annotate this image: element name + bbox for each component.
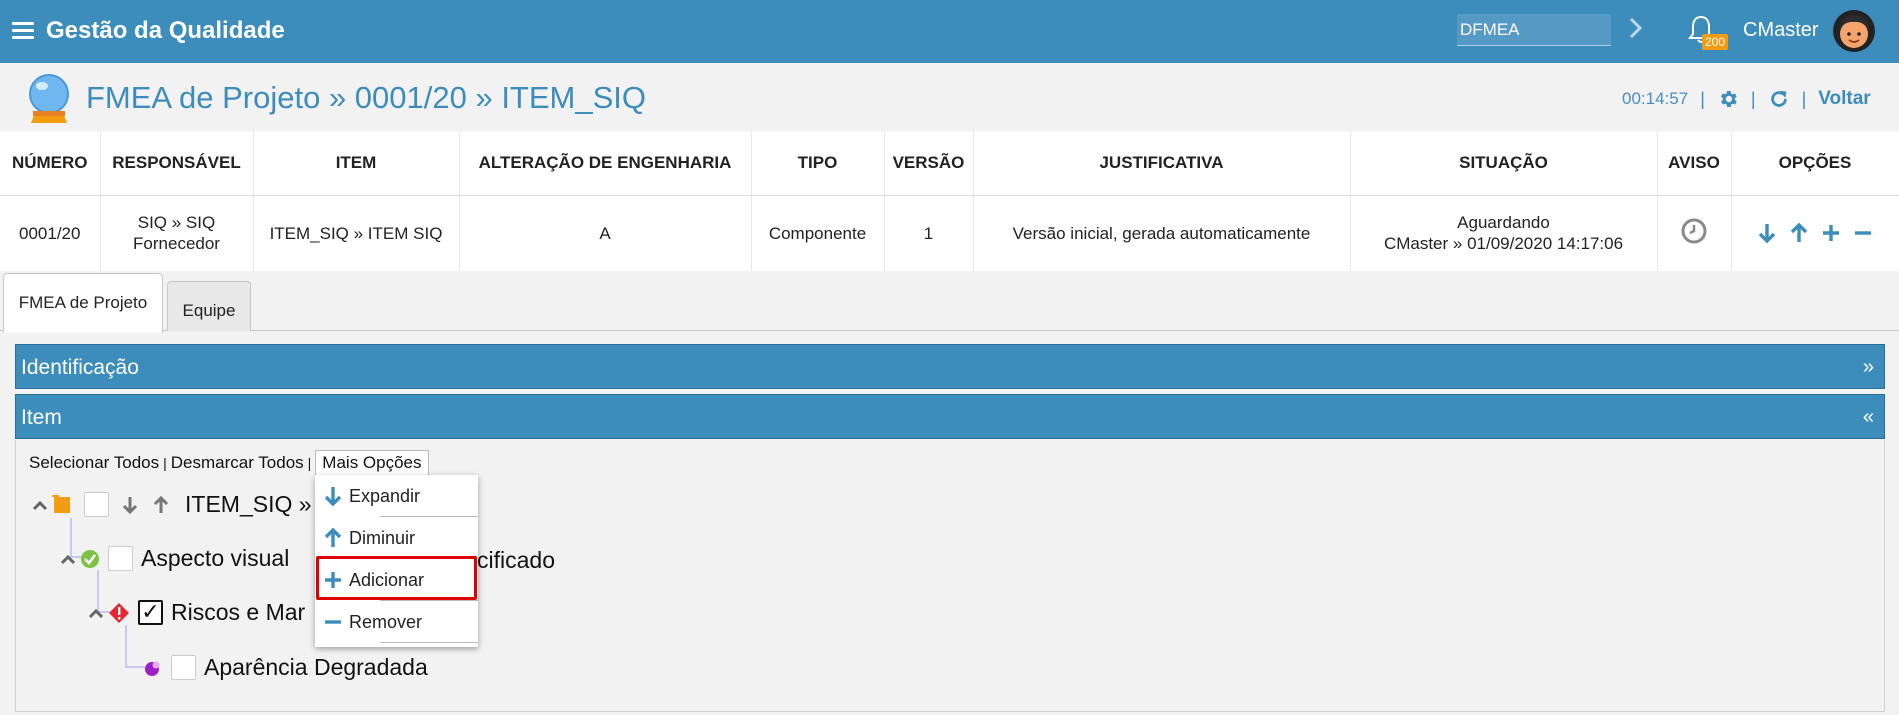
tree-node-label[interactable]: Aspecto visual	[141, 545, 289, 572]
tree-node[interactable]: Aspecto visual	[60, 545, 289, 572]
menu-item-label: Remover	[349, 611, 423, 632]
column-header[interactable]: JUSTIFICATIVA	[973, 131, 1351, 196]
tree-node-checkbox[interactable]	[171, 655, 196, 680]
gear-icon[interactable]	[1717, 88, 1739, 110]
move-down-icon[interactable]	[1757, 222, 1777, 244]
clock-icon[interactable]	[1680, 217, 1708, 245]
column-header[interactable]: TIPO	[751, 131, 885, 196]
tree-node-label[interactable]: Riscos e Mar	[171, 599, 305, 626]
tree-node-label-tail: cificado	[477, 547, 555, 573]
row-options	[1732, 222, 1899, 244]
collapse-caret-icon[interactable]	[32, 498, 48, 512]
menu-item-label: Diminuir	[349, 527, 416, 548]
situacao-line-1: Aguardando	[1457, 213, 1550, 233]
separator: |	[1801, 88, 1807, 109]
tree-node[interactable]: ✓ Riscos e Mar	[88, 599, 305, 626]
cell-aviso	[1657, 195, 1732, 271]
back-button[interactable]: Voltar	[1818, 88, 1870, 110]
expand-arrow-icon[interactable]: »	[1863, 356, 1874, 379]
menu-item-diminuir[interactable]: Diminuir	[315, 517, 478, 559]
menu-item-remover[interactable]: Remover	[315, 601, 478, 643]
red-warning-diamond-icon	[108, 602, 130, 624]
menu-item-label: Expandir	[349, 485, 421, 506]
collapse-caret-icon[interactable]	[60, 552, 76, 566]
column-header[interactable]: SITUAÇÃO	[1350, 131, 1658, 196]
separator: |	[1700, 88, 1705, 109]
menu-divider	[380, 642, 478, 643]
move-down-icon[interactable]	[121, 495, 139, 515]
tree-node-checkbox[interactable]: ✓	[138, 600, 163, 625]
minus-icon	[317, 611, 349, 633]
move-up-icon[interactable]	[1789, 222, 1809, 244]
tree-node-checkbox[interactable]	[108, 546, 133, 571]
move-up-icon[interactable]	[152, 495, 170, 515]
purple-dot-icon	[143, 658, 163, 678]
refresh-icon[interactable]	[1768, 88, 1790, 110]
tree-node[interactable]: ITEM_SIQ »	[32, 491, 312, 518]
menu-item-expandir[interactable]: Expandir	[315, 475, 478, 517]
header-tools: 00:14:57 | | | Voltar	[1622, 86, 1871, 112]
cell-justificativa: Versão inicial, gerada automaticamente	[973, 195, 1351, 271]
user-avatar[interactable]	[1832, 9, 1876, 53]
separator: |	[1750, 88, 1756, 109]
remove-icon[interactable]	[1853, 222, 1873, 244]
collapse-caret-icon[interactable]	[88, 606, 104, 620]
user-name[interactable]: CMaster	[1743, 19, 1819, 42]
item-orange-square-icon	[52, 494, 72, 515]
column-header[interactable]: AVISO	[1657, 131, 1732, 196]
cell-tipo: Componente	[751, 195, 885, 271]
situacao-line-2: CMaster » 01/09/2020 14:17:06	[1383, 234, 1624, 254]
green-check-icon	[80, 549, 100, 569]
add-icon[interactable]	[1821, 222, 1841, 244]
column-header[interactable]: OPÇÕES	[1731, 131, 1899, 196]
collapse-arrow-icon[interactable]: «	[1863, 406, 1874, 429]
highlight-box-adicionar	[316, 556, 477, 600]
tree-node-label[interactable]: Aparência Degradada	[204, 654, 428, 681]
arrow-up-icon	[317, 527, 349, 549]
notification-badge[interactable]: 200	[1702, 34, 1729, 50]
cell-versao: 1	[884, 195, 974, 271]
cell-opcoes	[1731, 195, 1899, 271]
session-timer: 00:14:57	[1622, 89, 1689, 108]
arrow-down-icon	[317, 485, 349, 507]
column-header[interactable]: VERSÃO	[884, 131, 974, 196]
tree-node-checkbox[interactable]	[84, 492, 109, 517]
chevron-right-icon[interactable]	[1625, 14, 1647, 44]
tree-node-label[interactable]: ITEM_SIQ »	[185, 491, 312, 518]
tree-node[interactable]: Aparência Degradada	[143, 654, 428, 681]
cell-situacao: Aguardando CMaster » 01/09/2020 14:17:06	[1350, 195, 1658, 271]
search-input[interactable]	[1457, 14, 1611, 46]
